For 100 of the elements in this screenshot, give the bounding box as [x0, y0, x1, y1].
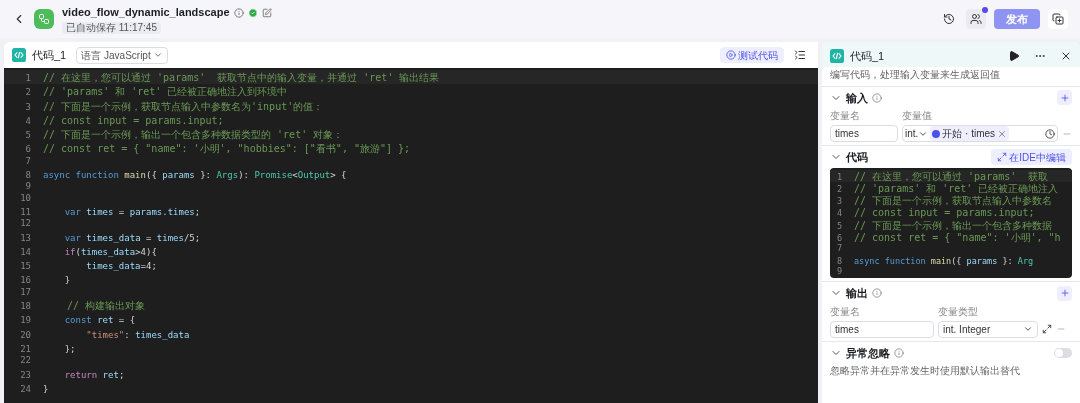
line-number: 1	[835, 171, 843, 182]
app-title: video_flow_dynamic_landscape	[62, 5, 230, 21]
remove-tag-icon[interactable]	[997, 128, 1008, 139]
expand-icon[interactable]	[1042, 324, 1052, 335]
code-line: // 下面是一个示例，输出一个包含多种数据类型的 'ret' 对象：	[43, 128, 344, 141]
info-icon	[233, 7, 244, 18]
code-line: const ret = {	[63, 314, 136, 327]
code-line: // 下面是一个示例，输出一个包含多种数据	[854, 218, 1053, 231]
code-line: async function main({ params }: Args): Promise<Output> {	[43, 169, 347, 182]
code-line: "times": times_data	[85, 328, 190, 341]
test-code-button[interactable]: 测试代码	[720, 47, 784, 63]
line-number: 20	[19, 329, 32, 341]
line-number: 9	[24, 181, 32, 193]
line-number: 4	[835, 208, 843, 219]
variable-name-field[interactable]: times	[830, 320, 934, 338]
line-number: 22	[19, 355, 32, 367]
duplicate-icon	[1052, 13, 1064, 25]
info-icon	[872, 288, 882, 299]
code-line: times_data=4;	[85, 260, 157, 273]
line-number: 2	[835, 183, 843, 195]
edit-in-ide-button[interactable]: 在IDE中编辑	[991, 149, 1072, 166]
line-number: 12	[19, 218, 32, 230]
code-icon	[12, 48, 26, 62]
code-line: }	[63, 274, 71, 287]
reference-tag: 开始 · times	[930, 126, 1010, 141]
line-number: 15	[19, 261, 32, 273]
code-line: var times = params.times;	[63, 205, 201, 219]
code-line: // const input = params.input;	[854, 206, 1035, 219]
column-header: 变量名	[830, 109, 861, 123]
line-number: 19	[19, 315, 32, 327]
add-button[interactable]	[1057, 285, 1072, 301]
info-icon	[872, 92, 882, 103]
check-icon	[247, 7, 258, 18]
code-line: return ret;	[63, 368, 125, 381]
line-number: 11	[19, 206, 32, 219]
column-header: 变量值	[902, 109, 932, 123]
play-icon	[726, 50, 736, 60]
variable-value-field[interactable]: int. 开始 · times	[902, 125, 1058, 142]
variable-name-field[interactable]: times	[830, 125, 898, 142]
line-number: 5	[835, 220, 843, 231]
line-number: 18	[19, 301, 32, 313]
line-number: 16	[19, 275, 32, 287]
clock-icon[interactable]	[1045, 128, 1055, 139]
code-line: var times_data = times/5;	[63, 231, 201, 244]
code-line: // const input = params.input;	[43, 113, 224, 127]
section-title: 输入	[846, 90, 868, 106]
code-line: }	[43, 382, 49, 396]
code-line: // 下面是一个示例，获取节点输入中参数名为'input'的值：	[43, 99, 324, 112]
collaborators-button[interactable]	[966, 9, 986, 29]
caret-icon	[152, 50, 163, 60]
type-select[interactable]: int.	[905, 126, 929, 141]
line-number: 1	[24, 73, 32, 85]
line-number: 6	[835, 233, 843, 244]
line-number: 5	[24, 130, 32, 142]
node-title: 代码_1	[850, 49, 885, 64]
code-line: // 'params' 和 'ret' 已经被正确地注入	[854, 182, 1059, 195]
edit-icon[interactable]	[261, 7, 272, 18]
autosave-badge: 已自动保存 11:17:45	[62, 21, 161, 34]
type-select[interactable]: int. Integer	[938, 320, 1038, 338]
toggle-switch[interactable]	[1054, 347, 1072, 358]
node-description: 编写代码，处理输入变量来生成返回值	[829, 67, 1001, 82]
line-number: 4	[24, 115, 32, 128]
code-line: };	[63, 342, 76, 356]
add-button[interactable]	[1057, 90, 1072, 106]
code-line: // 在这里，您可以通过 'params' 获取	[854, 169, 1049, 182]
variable-icon	[932, 129, 941, 138]
line-number: 3	[24, 101, 32, 113]
code-icon	[830, 49, 844, 64]
line-number: 7	[835, 243, 843, 254]
code-preview[interactable]	[830, 167, 1072, 279]
run-icon[interactable]	[1008, 50, 1020, 63]
exception-description: 忽略异常并在异常发生时使用默认输出替代	[830, 364, 1021, 379]
collapse-icon[interactable]	[794, 49, 806, 61]
info-icon	[894, 347, 904, 358]
editor-title: 代码_1	[32, 47, 67, 63]
code-line: // 构建输出对象	[66, 299, 146, 312]
line-number: 7	[24, 155, 32, 168]
line-number: 2	[24, 87, 32, 99]
plus-icon	[1059, 92, 1070, 103]
line-number: 8	[24, 170, 32, 182]
history-icon	[943, 13, 955, 25]
line-number: 9	[835, 265, 843, 277]
line-number: 8	[835, 255, 843, 266]
section-title: 输出	[846, 286, 868, 302]
duplicate-button[interactable]	[1048, 9, 1068, 29]
code-line: if(times_data>4){	[63, 245, 157, 259]
section-title: 异常忽略	[846, 345, 890, 361]
code-line: // 下面是一个示例，获取节点输入中参数名	[854, 194, 1053, 207]
code-line: // const ret = { "name": '小明', "hobbies": ["看书", "旅游"] };	[43, 142, 411, 155]
code-line: // const ret = { "name": '小明', "h	[854, 231, 1061, 244]
column-header: 变量名	[830, 304, 861, 319]
line-number: 24	[19, 383, 32, 396]
line-number: 3	[835, 196, 843, 207]
code-line: async function main({ params }: Arg	[854, 254, 1034, 266]
line-number: 23	[19, 369, 32, 381]
section-title: 代码	[846, 150, 868, 165]
line-number: 6	[24, 144, 32, 156]
line-number: 21	[19, 343, 32, 356]
language-select[interactable]: 语言 JavaScript	[76, 46, 168, 64]
column-header: 变量类型	[938, 304, 978, 319]
